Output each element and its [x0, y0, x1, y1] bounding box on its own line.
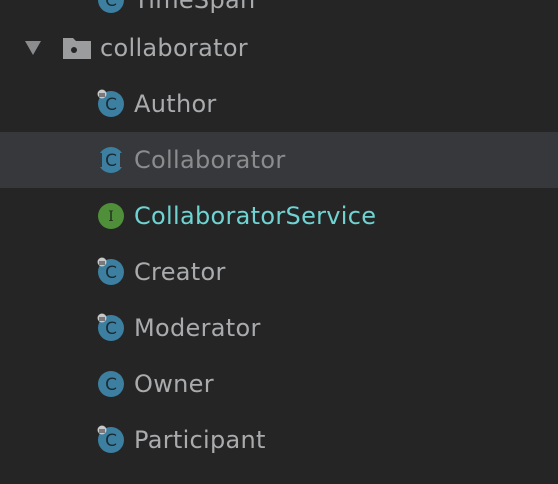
tree-item-creator[interactable]: C Creator [0, 244, 558, 300]
class-icon: C [96, 313, 126, 343]
class-icon: C [96, 89, 126, 119]
svg-text:C: C [105, 319, 117, 339]
svg-text:C: C [105, 263, 117, 283]
interface-icon: I [96, 201, 126, 231]
package-folder-icon [62, 36, 92, 60]
class-icon: C [96, 257, 126, 287]
class-icon: C [96, 369, 126, 399]
expand-chevron-icon[interactable] [24, 40, 42, 56]
class-icon: C [96, 0, 126, 15]
tree-item-label: Creator [134, 258, 226, 286]
tree-item-label: Author [134, 90, 217, 118]
class-icon: C [96, 425, 126, 455]
abstract-class-icon: C [96, 145, 126, 175]
tree-item-label: Owner [134, 370, 214, 398]
tree-item-label: Moderator [134, 314, 261, 342]
tree-item-label: Participant [134, 426, 266, 454]
project-tree: C TimeSpan collaborator C Author C Colla… [0, 0, 558, 484]
tree-item-label: TimeSpan [134, 0, 256, 14]
tree-item-collaborator[interactable]: C Collaborator [0, 132, 558, 188]
svg-text:C: C [105, 151, 117, 171]
tree-item-label: CollaboratorService [134, 202, 377, 230]
tree-item-collaboratorservice[interactable]: I CollaboratorService [0, 188, 558, 244]
svg-text:C: C [105, 0, 117, 11]
svg-text:C: C [105, 95, 117, 115]
package-row-collaborator[interactable]: collaborator [0, 20, 558, 76]
tree-item-moderator[interactable]: C Moderator [0, 300, 558, 356]
svg-text:C: C [105, 375, 117, 395]
tree-item-label: Collaborator [134, 146, 286, 174]
svg-text:C: C [105, 431, 117, 451]
tree-item-author[interactable]: C Author [0, 76, 558, 132]
tree-item-participant[interactable]: C Participant [0, 412, 558, 468]
package-label: collaborator [100, 34, 248, 62]
svg-text:I: I [108, 209, 114, 225]
tree-item-owner[interactable]: C Owner [0, 356, 558, 412]
